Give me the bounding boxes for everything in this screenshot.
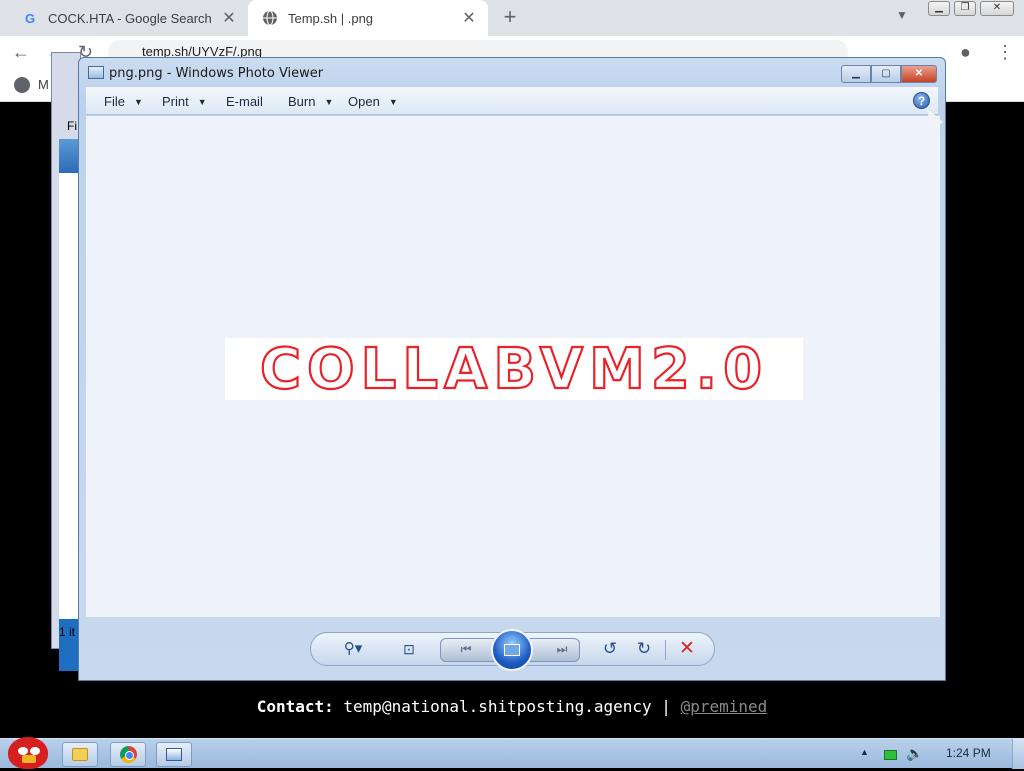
rotate-left-icon[interactable]: ↺ [599,639,621,659]
contact-line: Contact: temp@national.shitposting.agenc… [0,697,1024,716]
actual-size-icon[interactable]: ⊡ [399,639,419,659]
clock[interactable]: 1:24 PM [946,746,991,760]
back-arrow-icon[interactable]: ← [12,42,30,63]
taskbar-chrome[interactable] [110,742,146,767]
menu-email[interactable]: E-mail [226,94,263,109]
background-explorer-window: Fi 1 it [51,52,81,671]
zoom-icon[interactable]: ⚲▾ [337,639,369,659]
minimize-icon[interactable]: ▁ [928,1,950,16]
minimize-button[interactable]: ▁ [841,65,871,83]
profile-icon[interactable]: ● [960,42,971,63]
tab-title: Temp.sh | .png [288,10,374,26]
help-icon[interactable]: ? [913,92,930,109]
chevron-down-icon: ▼ [197,97,207,107]
bookmark-label[interactable]: M [38,77,49,92]
bookmark-icon [14,77,30,93]
taskbar-photo-viewer[interactable] [156,742,192,767]
slideshow-button[interactable] [491,629,533,671]
more-menu-icon[interactable]: ⋮ [996,42,1014,63]
menu-label: Open [348,94,380,109]
collabvm-logo-image: COLLABVM2.0 [259,336,768,403]
photo-viewer-window: png.png - Windows Photo Viewer ▁ ▢ ✕ Fil… [78,57,946,681]
restore-icon[interactable]: ❐ [954,1,976,16]
menu-file[interactable]: File ▼ [104,94,143,109]
tab-temp-sh[interactable]: Temp.sh | .png ✕ [248,0,488,36]
next-icon[interactable]: ⏭ [547,639,577,659]
tab-google-search[interactable]: G COCK.HTA - Google Search ✕ [8,0,248,36]
contact-handle-link[interactable]: @premined [681,697,768,716]
slideshow-icon [504,644,520,656]
status-text: 1 it [59,625,76,639]
playback-controls: ⚲▾ ⊡ ⏮ ⏭ ↺ ↻ ✕ [310,629,715,671]
taskbar: ▲ 🔈 1:24 PM [0,737,1024,769]
network-icon[interactable] [884,750,897,760]
menu-label: E-mail [226,94,263,109]
delete-icon[interactable]: ✕ [675,639,699,659]
show-hidden-icons-icon[interactable]: ▲ [860,747,869,757]
menu-burn[interactable]: Burn ▼ [288,94,333,109]
menu-label: Burn [288,94,316,109]
contact-label: Contact: [256,697,334,716]
angry-bird-icon [8,737,48,769]
new-tab-button[interactable]: + [498,6,522,30]
command-bar: File ▼ Print ▼ E-mail Burn ▼ Open ▼ ? [86,87,938,115]
menu-label: Print [162,94,189,109]
tab-close-icon[interactable]: ✕ [220,8,238,28]
title-bar[interactable]: png.png - Windows Photo Viewer ▁ ▢ ✕ [79,58,945,88]
globe-icon [262,10,278,26]
menu-label: File [104,94,125,109]
photo-viewer-icon [166,748,182,761]
start-button[interactable] [2,731,52,771]
chevron-down-icon: ▼ [324,97,334,107]
tab-title: COCK.HTA - Google Search [48,10,212,26]
show-desktop-button[interactable] [1012,739,1024,769]
chevron-down-icon: ▼ [388,97,398,107]
close-icon[interactable]: ✕ [980,1,1014,16]
image-canvas[interactable]: COLLABVM2.0 [86,116,940,617]
close-button[interactable]: ✕ [901,65,937,83]
bird-eye [30,747,40,755]
google-g-icon: G [24,10,36,26]
contact-separator: | [661,697,671,716]
taskbar-explorer[interactable] [62,742,98,767]
tab-close-icon[interactable]: ✕ [460,8,478,28]
chevron-down-icon: ▼ [133,97,143,107]
rotate-right-icon[interactable]: ↻ [633,639,655,659]
volume-icon[interactable]: 🔈 [906,745,923,762]
menu-print[interactable]: Print ▼ [162,94,207,109]
previous-icon[interactable]: ⏮ [451,639,481,659]
menu-open[interactable]: Open ▼ [348,94,398,109]
divider [665,640,666,660]
window-title: png.png - Windows Photo Viewer [109,66,324,81]
logo-text: COLLABVM2.0 [260,338,768,400]
maximize-button[interactable]: ▢ [871,65,901,83]
bird-eye [18,747,28,755]
explorer-icon [72,748,88,761]
chrome-icon [119,746,137,763]
contact-email: temp@national.shitposting.agency [343,697,652,716]
chrome-tab-strip: G COCK.HTA - Google Search ✕ Temp.sh | .… [0,0,1024,36]
photo-viewer-icon [88,66,104,79]
file-menu[interactable]: Fi [67,119,77,133]
chevron-down-icon[interactable]: ▼ [896,8,908,22]
bird-beak [22,755,36,763]
displayed-image: COLLABVM2.0 [225,336,803,403]
